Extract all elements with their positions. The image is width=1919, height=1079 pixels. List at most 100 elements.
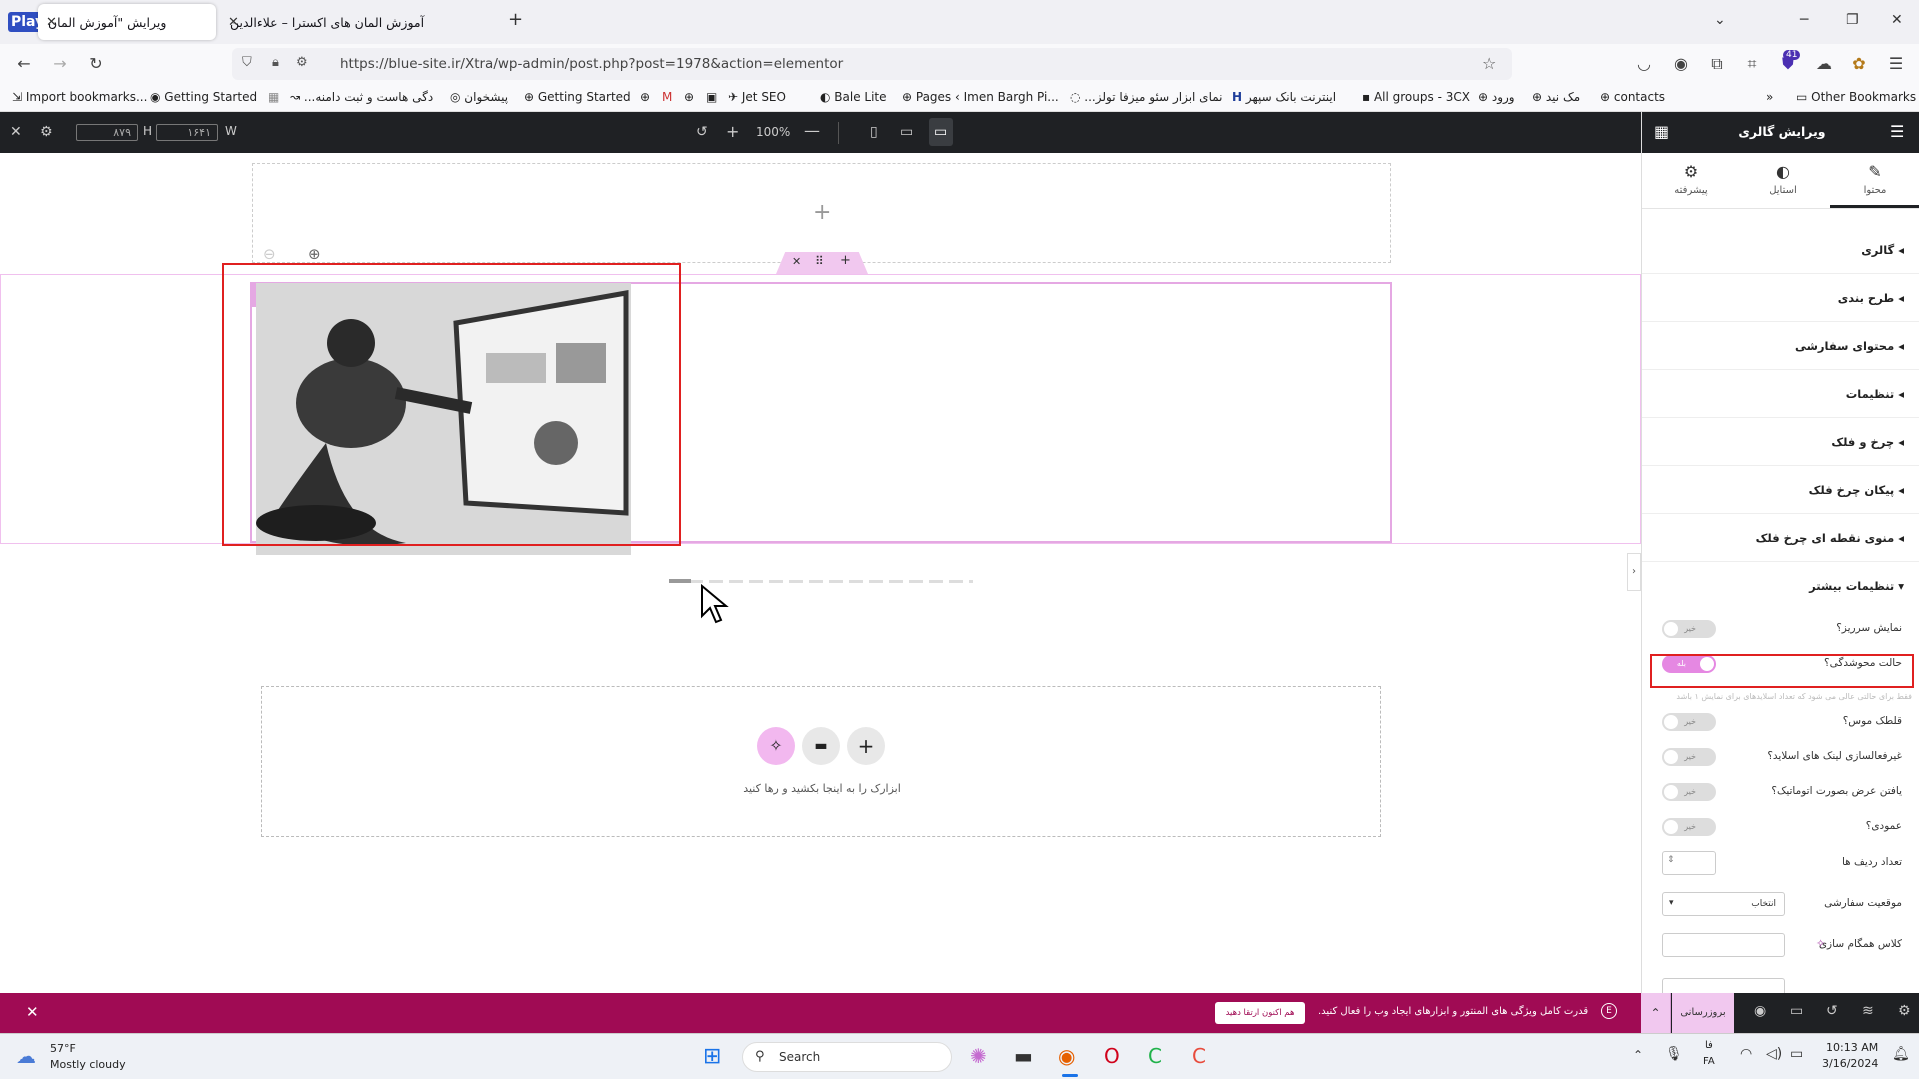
globe-icon[interactable]: ⊕ [684,90,694,104]
ai-sparkle-button[interactable]: ✧ [757,727,795,765]
template-folder-button[interactable]: ▬ [802,727,840,765]
next-input[interactable] [1662,978,1785,993]
next-arrow-icon[interactable]: ⊕ [308,245,321,263]
forward-icon[interactable]: → [50,54,70,73]
history-icon[interactable]: ↺ [1826,1003,1838,1019]
notification-bell-icon[interactable]: 🔔︎ [1892,1046,1910,1062]
preview-eye-icon[interactable]: ◉ [1754,1003,1766,1019]
pocket-icon[interactable]: ◡ [1634,54,1654,73]
height-field[interactable]: ۸۷۹ [76,124,138,141]
bookmark-item[interactable]: ◎ پیشخوان [450,90,508,104]
tab-second[interactable]: ✕ آموزش المان های اکسترا – علاءالدین [220,4,490,40]
bookmark-item[interactable]: H اینترنت بانک سپهر [1232,90,1336,104]
wifi-icon[interactable]: ◠ [1740,1046,1752,1062]
update-button[interactable]: بروزرسانی [1672,993,1734,1033]
camtasia-green-icon[interactable]: C [1148,1044,1162,1068]
battery-icon[interactable]: ▭ [1790,1046,1803,1062]
list-tabs-chevron-icon[interactable]: ⌄ [1714,12,1726,28]
prev-arrow-icon[interactable]: ⊖ [263,245,276,263]
section-gallery[interactable]: ◂ گالری [1642,226,1919,274]
mobile-device-icon[interactable]: ▯ [870,124,878,140]
close-tab-icon[interactable]: ✕ [46,15,57,30]
bookmark-item[interactable]: ↝ ...دگی هاست و ثبت دامنه [290,90,433,104]
bookmark-item[interactable]: ⇲ Import bookmarks... [12,90,147,104]
widgets-grid-icon[interactable]: ▦ [1654,122,1669,141]
shield-icon[interactable]: ⛉ [242,55,252,70]
tab-advanced[interactable]: ⚙ پیشرفته [1646,162,1736,196]
bookmark-item[interactable]: ▪ All groups - 3CX [1362,90,1470,104]
panel-menu-icon[interactable]: ☰ [1890,122,1904,141]
puzzle-icon[interactable]: ✿ [1849,54,1869,73]
clock-date[interactable]: 3/16/2024 [1822,1057,1878,1070]
opera-icon[interactable]: O [1104,1044,1120,1068]
bookmark-item[interactable]: ◉ Getting Started [150,90,257,104]
microphone-icon[interactable]: 🎙︎ [1665,1046,1683,1062]
bookmark-star-icon[interactable]: ☆ [1482,54,1496,73]
disable-links-toggle[interactable]: خیر [1662,748,1716,766]
file-explorer-icon[interactable]: ▬ [1014,1044,1033,1068]
custom-position-select[interactable]: ▾ انتخاب [1662,892,1785,916]
layers-icon[interactable]: ≋ [1862,1003,1874,1019]
more-bookmarks-icon[interactable]: » [1766,90,1773,104]
globe-icon[interactable]: ⊕ [640,90,650,104]
publish-options-chevron-icon[interactable]: ⌃ [1641,993,1671,1033]
clock-time[interactable]: 10:13 AM [1826,1041,1878,1054]
close-tab-icon[interactable]: ✕ [228,15,239,30]
section-carousel[interactable]: ◂ چرخ و فلک [1642,418,1919,466]
overflow-toggle[interactable]: خیر [1662,620,1716,638]
drag-handle-icon[interactable]: ⠿ [815,254,824,268]
drop-area[interactable]: ✧ ▬ + ابزارک را به اینجا بکشید و رها کنی… [261,686,1381,837]
sidebar-collapse-toggle[interactable]: › [1627,553,1641,591]
rows-number-input[interactable]: ⇕ [1662,851,1716,875]
other-bookmarks[interactable]: ▭ Other Bookmarks [1796,90,1916,104]
responsive-icon[interactable]: ▭ [1790,1003,1803,1019]
new-tab-icon[interactable]: + [508,9,523,30]
carousel-dots[interactable] [669,580,973,583]
section-carousel-dots[interactable]: ◂ منوی نقطه ای چرخ فلک [1642,514,1919,562]
bookmark-item[interactable]: ◌ ...نمای ابزار سئو میزفا تولز [1070,90,1223,104]
container-handle[interactable]: ✕ ⠿ + [776,252,868,274]
start-windows-icon[interactable]: ⊞ [703,1044,721,1069]
add-container-icon[interactable]: + [840,253,851,268]
bookmark-item[interactable]: ✈ Jet SEO [728,90,786,104]
section-layout[interactable]: ◂ طرح بندی [1642,274,1919,322]
lock-icon[interactable]: 🔒︎ [272,55,279,70]
delete-container-icon[interactable]: ✕ [792,255,801,268]
section-carousel-arrows[interactable]: ◂ پیکان چرخ فلک [1642,466,1919,514]
language-fa-bottom[interactable]: FA [1703,1056,1715,1067]
tab-content[interactable]: ✎ محتوا [1830,162,1919,196]
url-bar[interactable]: ⛉ 🔒︎ ⚙ https://blue-site.ir/Xtra/wp-admi… [232,48,1512,80]
window-close-icon[interactable]: ✕ [1891,12,1903,28]
back-icon[interactable]: ← [14,54,34,73]
reload-icon[interactable]: ↻ [86,54,106,73]
account-icon[interactable]: ◉ [1671,54,1691,73]
camtasia-red-icon[interactable]: C [1192,1044,1206,1068]
section-settings[interactable]: ◂ تنظیمات [1642,370,1919,418]
empty-section-top[interactable]: + [252,163,1391,263]
bookmark-item[interactable]: ◐ Bale Lite [820,90,887,104]
settings-gear-icon[interactable]: ⚙ [40,124,53,140]
restore-icon[interactable]: ❐ [1846,12,1859,28]
box-icon[interactable]: ▣ [706,90,717,104]
auto-width-toggle[interactable]: خیر [1662,783,1716,801]
add-section-plus-icon[interactable]: + [813,200,831,225]
ai-sparkle-icon[interactable]: ✧ [1816,937,1825,950]
mousewheel-toggle[interactable]: خیر [1662,713,1716,731]
tray-chevron-up-icon[interactable]: ⌃ [1633,1048,1643,1062]
upgrade-button[interactable]: هم اکنون ارتقا دهید [1215,1002,1305,1024]
close-notice-icon[interactable]: ✕ [26,1003,39,1021]
add-element-button[interactable]: + [847,727,885,765]
settings-gear-icon[interactable]: ⚙ [1898,1003,1911,1019]
section-more-settings[interactable]: ▾ تنظیمات بیشتر [1642,562,1919,610]
permissions-icon[interactable]: ⚙ [296,55,308,70]
tab-style[interactable]: ◐ استایل [1738,162,1828,196]
bookmark-item[interactable]: ⊕ contacts [1600,90,1665,104]
sync-class-input[interactable] [1662,933,1785,957]
copilot-icon[interactable]: ✺ [970,1044,987,1068]
zoom-out-icon[interactable]: — [804,121,820,140]
calendar-icon[interactable]: ▦ [268,90,279,104]
bookmark-item[interactable]: ⊕ مک نید [1532,90,1580,104]
section-custom-content[interactable]: ◂ محتوای سفارشی [1642,322,1919,370]
weather-cloud-icon[interactable]: ☁ [16,1044,36,1068]
tab-active[interactable]: ✕ ویرایش "آموزش المان [38,4,216,40]
